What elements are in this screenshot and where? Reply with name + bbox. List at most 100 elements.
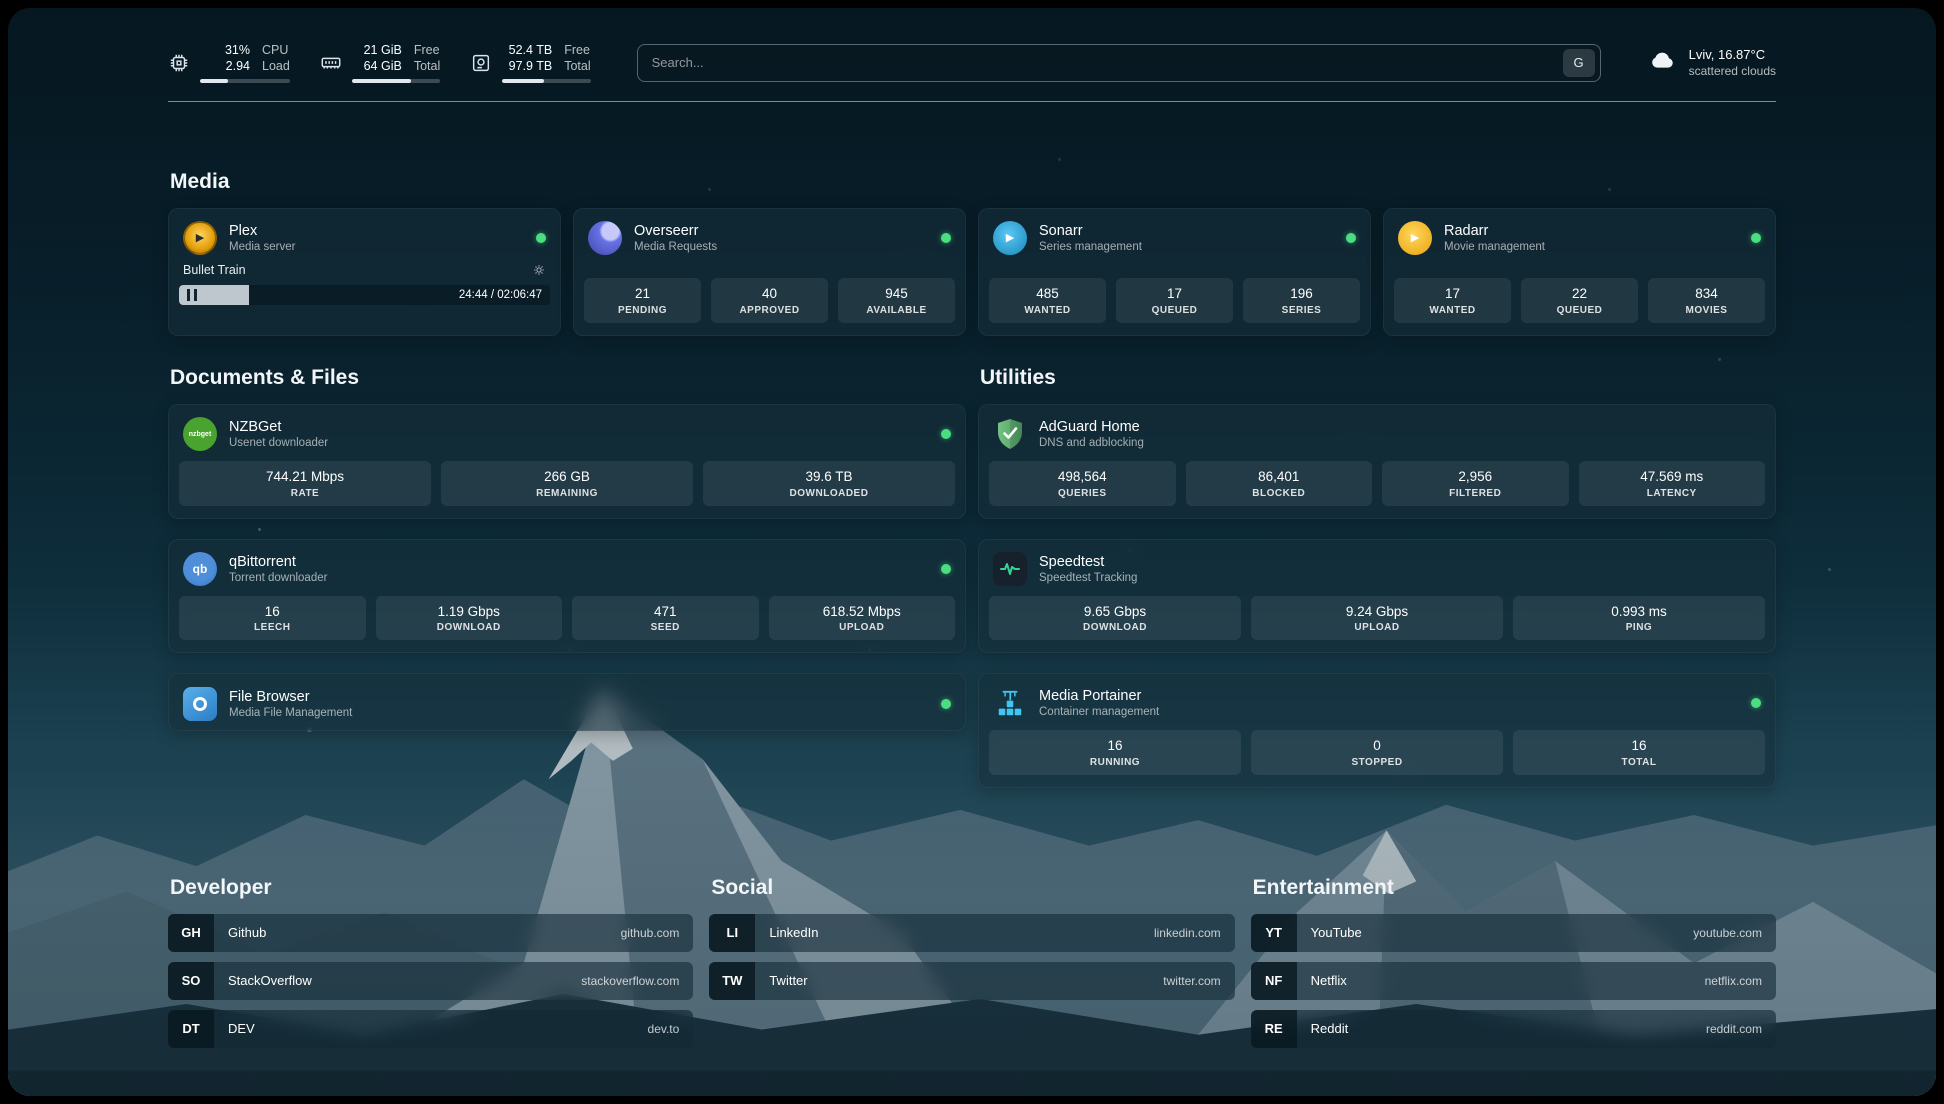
weather-widget[interactable]: Lviv, 16.87°C scattered clouds bbox=[1647, 47, 1776, 78]
stat-download: 9.65 Gbps DOWNLOAD bbox=[989, 596, 1241, 641]
service-name: Speedtest bbox=[1039, 554, 1137, 570]
stat-pending: 21 PENDING bbox=[584, 278, 701, 323]
search-input[interactable] bbox=[650, 54, 1563, 71]
bookmark-url: stackoverflow.com bbox=[581, 974, 693, 988]
status-dot bbox=[941, 429, 951, 439]
weather-condition: scattered clouds bbox=[1689, 64, 1776, 78]
bookmark-github[interactable]: GH Github github.com bbox=[168, 914, 693, 952]
stat-download: 1.19 Gbps DOWNLOAD bbox=[376, 596, 563, 641]
service-card-nzbget[interactable]: nzbget NZBGet Usenet downloader 744.21 M… bbox=[168, 404, 966, 519]
bookmark-url: linkedin.com bbox=[1154, 926, 1235, 940]
section-title-developer: Developer bbox=[170, 876, 693, 900]
disk-icon bbox=[470, 52, 492, 74]
search-provider-button[interactable]: G bbox=[1563, 49, 1595, 77]
disk-total: 97.9 TB bbox=[502, 58, 552, 74]
bookmark-group-social: Social LI LinkedIn linkedin.com TW Twitt… bbox=[709, 876, 1234, 1058]
bookmark-abbr: SO bbox=[168, 962, 214, 1000]
cpu-chip-icon bbox=[168, 52, 190, 74]
status-dot bbox=[536, 233, 546, 243]
speedtest-icon bbox=[993, 552, 1027, 586]
service-desc: Series management bbox=[1039, 241, 1142, 253]
gear-icon[interactable] bbox=[532, 263, 546, 277]
section-title-media: Media bbox=[170, 170, 1776, 194]
service-name: File Browser bbox=[229, 689, 352, 705]
service-card-sonarr[interactable]: ▶ Sonarr Series management 485 WANTED bbox=[978, 208, 1371, 336]
bookmark-abbr: NF bbox=[1251, 962, 1297, 1000]
now-playing-title: Bullet Train bbox=[183, 263, 246, 277]
memory-progress-bar bbox=[352, 79, 440, 84]
bookmark-name: StackOverflow bbox=[214, 973, 312, 988]
bookmark-twitter[interactable]: TW Twitter twitter.com bbox=[709, 962, 1234, 1000]
service-name: qBittorrent bbox=[229, 554, 327, 570]
service-desc: Media File Management bbox=[229, 707, 352, 719]
stat-queries: 498,564 QUERIES bbox=[989, 461, 1176, 506]
service-name: NZBGet bbox=[229, 419, 328, 435]
bookmark-stackoverflow[interactable]: SO StackOverflow stackoverflow.com bbox=[168, 962, 693, 1000]
service-card-plex[interactable]: ▶ Plex Media server Bullet Train bbox=[168, 208, 561, 336]
cpu-label-bottom: Load bbox=[262, 58, 290, 74]
bookmark-dev[interactable]: DT DEV dev.to bbox=[168, 1010, 693, 1048]
service-desc: Torrent downloader bbox=[229, 572, 327, 584]
stat-queued: 22 QUEUED bbox=[1521, 278, 1638, 323]
cpu-progress-bar bbox=[200, 79, 290, 84]
service-card-filebrowser[interactable]: File Browser Media File Management bbox=[168, 673, 966, 731]
topbar-divider bbox=[168, 101, 1776, 102]
bookmark-url: dev.to bbox=[648, 1022, 694, 1036]
section-title-social: Social bbox=[711, 876, 1234, 900]
topbar: 31% CPU 2.94 Load bbox=[168, 8, 1776, 83]
resource-widgets: 31% CPU 2.94 Load bbox=[168, 42, 591, 83]
service-name: AdGuard Home bbox=[1039, 419, 1144, 435]
plex-icon: ▶ bbox=[183, 221, 217, 255]
section-title-documents: Documents & Files bbox=[170, 366, 966, 390]
overseerr-icon bbox=[588, 221, 622, 255]
service-card-radarr[interactable]: ▶ Radarr Movie management 17 WANTED bbox=[1383, 208, 1776, 336]
stat-queued: 17 QUEUED bbox=[1116, 278, 1233, 323]
bookmark-name: LinkedIn bbox=[755, 925, 818, 940]
service-desc: Container management bbox=[1039, 706, 1159, 718]
cpu-widget: 31% CPU 2.94 Load bbox=[168, 42, 290, 83]
bookmark-name: YouTube bbox=[1297, 925, 1362, 940]
bookmark-name: Twitter bbox=[755, 973, 807, 988]
status-dot bbox=[941, 699, 951, 709]
radarr-icon: ▶ bbox=[1398, 221, 1432, 255]
bookmark-youtube[interactable]: YT YouTube youtube.com bbox=[1251, 914, 1776, 952]
section-media: Media ▶ Plex Media server Bullet Train bbox=[168, 170, 1776, 336]
portainer-icon bbox=[993, 686, 1027, 720]
memory-free: 21 GiB bbox=[352, 42, 402, 58]
stat-running: 16 RUNNING bbox=[989, 730, 1241, 775]
stat-rate: 744.21 Mbps RATE bbox=[179, 461, 431, 506]
pause-icon[interactable] bbox=[187, 289, 197, 301]
stat-available: 945 AVAILABLE bbox=[838, 278, 955, 323]
bookmark-reddit[interactable]: RE Reddit reddit.com bbox=[1251, 1010, 1776, 1048]
stat-seed: 471 SEED bbox=[572, 596, 759, 641]
cloud-icon bbox=[1647, 47, 1679, 78]
service-card-speedtest[interactable]: Speedtest Speedtest Tracking 9.65 Gbps D… bbox=[978, 539, 1776, 654]
bookmark-linkedin[interactable]: LI LinkedIn linkedin.com bbox=[709, 914, 1234, 952]
dashboard-screen: 31% CPU 2.94 Load bbox=[8, 8, 1936, 1096]
service-card-portainer[interactable]: Media Portainer Container management 16 … bbox=[978, 673, 1776, 788]
weather-location: Lviv, 16.87°C bbox=[1689, 47, 1776, 62]
bookmark-url: github.com bbox=[621, 926, 694, 940]
search-form: G bbox=[637, 44, 1601, 82]
stat-filtered: 2,956 FILTERED bbox=[1382, 461, 1569, 506]
bookmark-group-entertainment: Entertainment YT YouTube youtube.com NF … bbox=[1251, 876, 1776, 1058]
bookmark-url: youtube.com bbox=[1693, 926, 1776, 940]
bookmark-netflix[interactable]: NF Netflix netflix.com bbox=[1251, 962, 1776, 1000]
section-utilities: Utilities bbox=[978, 366, 1776, 808]
service-card-qbittorrent[interactable]: qb qBittorrent Torrent downloader 16 LEE… bbox=[168, 539, 966, 654]
sonarr-icon: ▶ bbox=[993, 221, 1027, 255]
stat-wanted: 485 WANTED bbox=[989, 278, 1106, 323]
service-name: Radarr bbox=[1444, 223, 1545, 239]
stat-leech: 16 LEECH bbox=[179, 596, 366, 641]
stat-downloaded: 39.6 TB DOWNLOADED bbox=[703, 461, 955, 506]
cpu-percent: 31% bbox=[200, 42, 250, 58]
plex-player-bar[interactable]: 24:44 / 02:06:47 bbox=[179, 285, 550, 305]
service-card-adguard[interactable]: AdGuard Home DNS and adblocking 498,564 … bbox=[978, 404, 1776, 519]
bookmark-url: twitter.com bbox=[1163, 974, 1234, 988]
adguard-shield-icon bbox=[993, 417, 1027, 451]
bookmark-abbr: YT bbox=[1251, 914, 1297, 952]
status-dot bbox=[1751, 698, 1761, 708]
service-card-overseerr[interactable]: Overseerr Media Requests 21 PENDING 40 A… bbox=[573, 208, 966, 336]
bookmark-name: Reddit bbox=[1297, 1021, 1349, 1036]
bookmark-name: Github bbox=[214, 925, 266, 940]
